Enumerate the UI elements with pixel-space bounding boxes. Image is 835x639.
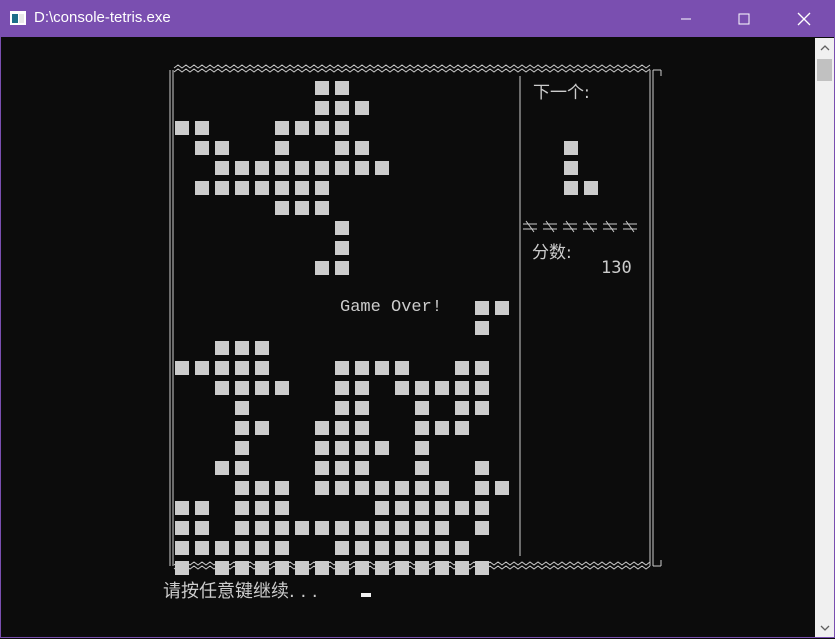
window-border	[0, 37, 835, 638]
